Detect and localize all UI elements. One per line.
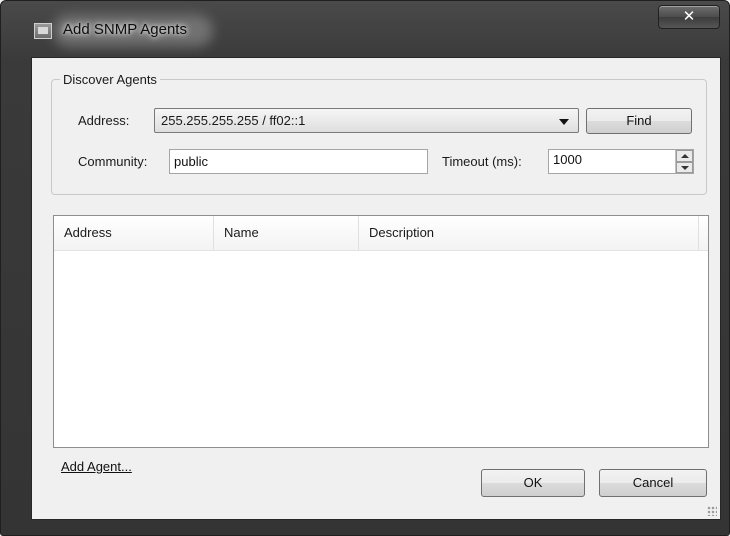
column-header-description[interactable]: Description <box>359 216 699 250</box>
dialog-window: Add SNMP Agents ✕ Discover Agents Addres… <box>0 0 730 536</box>
spin-down-icon[interactable] <box>676 161 693 173</box>
cancel-button[interactable]: Cancel <box>599 469 707 497</box>
close-button[interactable]: ✕ <box>658 5 720 29</box>
column-header-address[interactable]: Address <box>54 216 214 250</box>
timeout-label: Timeout (ms): <box>442 154 522 169</box>
community-label: Community: <box>78 154 148 169</box>
address-combobox[interactable]: 255.255.255.255 / ff02::1 <box>154 108 579 133</box>
community-field[interactable] <box>169 149 428 174</box>
address-combobox-value: 255.255.255.255 / ff02::1 <box>161 113 306 128</box>
timeout-value: 1000 <box>553 152 582 167</box>
address-label: Address: <box>78 113 130 128</box>
find-button[interactable]: Find <box>586 108 692 134</box>
spin-up-icon[interactable] <box>676 150 693 162</box>
timeout-stepper[interactable]: 1000 <box>548 149 694 174</box>
agents-listview[interactable]: Address Name Description <box>53 215 709 448</box>
resize-grip-icon[interactable] <box>707 506 717 516</box>
window-title: Add SNMP Agents <box>63 21 187 38</box>
ok-button[interactable]: OK <box>481 469 585 497</box>
snmp-app-icon <box>34 23 52 39</box>
title-bar[interactable]: Add SNMP Agents ✕ <box>1 1 729 53</box>
add-agent-link[interactable]: Add Agent... <box>61 459 132 474</box>
discover-agents-legend: Discover Agents <box>63 72 157 87</box>
listview-header: Address Name Description <box>54 216 708 251</box>
chevron-down-icon[interactable] <box>559 119 569 125</box>
column-header-name[interactable]: Name <box>214 216 359 250</box>
spin-updown-icon[interactable] <box>675 150 693 173</box>
dialog-client-area: Discover Agents Address: 255.255.255.255… <box>31 57 721 520</box>
